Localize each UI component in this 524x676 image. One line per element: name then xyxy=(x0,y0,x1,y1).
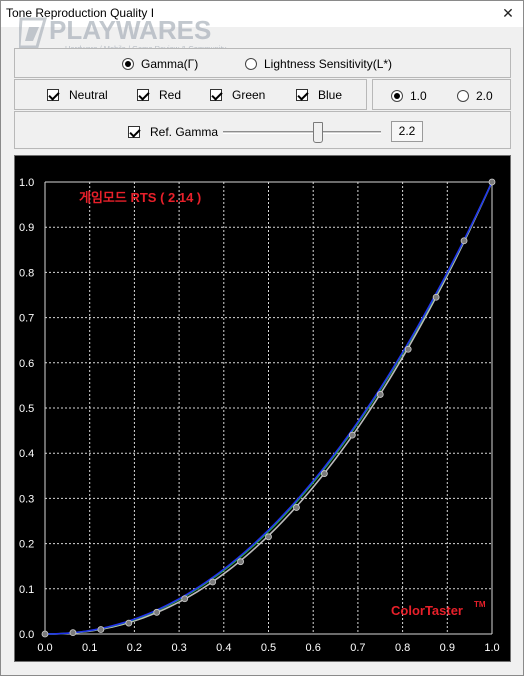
y-tick-label: 0.0 xyxy=(19,629,34,641)
neutral-label: Neutral xyxy=(69,88,108,102)
gamma-mode-label: Gamma(Γ) xyxy=(141,57,199,71)
measured-point xyxy=(209,578,217,586)
x-tick-label: 0.8 xyxy=(395,642,410,654)
colortaster-trademark: TM xyxy=(474,600,486,609)
x-tick-label: 0.9 xyxy=(440,642,455,654)
window-title: Tone Reproduction Quality I xyxy=(6,6,155,20)
tone-reproduction-chart: 0.0 0.1 0.2 0.3 0.4 0.5 0.6 0.7 0.8 0.9 1.0 0.0 0.1 0… xyxy=(19,177,500,654)
measured-point xyxy=(376,391,384,398)
y-tick-label: 0.6 xyxy=(19,358,34,370)
gamma-radio-indicator xyxy=(122,58,134,70)
x-tick-label: 0.7 xyxy=(350,642,365,654)
y-tick-label: 0.3 xyxy=(19,493,34,505)
green-checkbox[interactable]: Green xyxy=(210,88,265,102)
close-button[interactable]: ✕ xyxy=(497,3,519,23)
y-tick-label: 0.9 xyxy=(19,222,34,234)
blue-checkbox[interactable]: Blue xyxy=(296,88,342,102)
measured-point xyxy=(97,626,105,633)
title-bar: Tone Reproduction Quality I ✕ xyxy=(1,1,523,27)
gamma-mode-radio[interactable]: Gamma(Γ) xyxy=(122,57,198,71)
measured-point xyxy=(265,533,272,541)
measured-point xyxy=(237,558,244,566)
scale-2-indicator xyxy=(457,90,469,102)
scale-2-radio[interactable]: 2.0 xyxy=(457,89,493,103)
x-tick-label: 1.0 xyxy=(484,642,499,654)
scale-panel: 1.0 2.0 xyxy=(372,79,511,110)
neutral-checkbox[interactable]: Neutral xyxy=(47,88,108,102)
measured-point xyxy=(293,504,300,511)
mode-panel: Gamma(Γ) Lightness Sensitivity(L*) xyxy=(14,48,511,78)
scale-2-label: 2.0 xyxy=(476,89,493,103)
ref-gamma-slider-thumb[interactable] xyxy=(312,122,323,143)
measured-point xyxy=(348,431,356,439)
ref-gamma-check-indicator xyxy=(128,126,140,138)
channels-panel: Neutral Red Green Blue xyxy=(14,79,367,110)
ref-gamma-panel xyxy=(14,111,511,149)
y-tick-label: 0.2 xyxy=(19,539,34,551)
lightness-radio-indicator xyxy=(245,58,257,70)
y-tick-label: 0.8 xyxy=(19,267,34,279)
ref-gamma-checkbox[interactable]: Ref. Gamma xyxy=(128,125,218,139)
colortaster-watermark: ColorTaster xyxy=(391,603,463,618)
red-check-indicator xyxy=(137,89,149,101)
y-tick-label: 0.1 xyxy=(19,584,34,596)
blue-check-indicator xyxy=(296,89,308,101)
scale-1-label: 1.0 xyxy=(410,89,427,103)
measured-point xyxy=(69,629,77,637)
x-tick-label: 0.0 xyxy=(37,642,52,654)
ref-gamma-value: 2.2 xyxy=(391,121,423,142)
scale-1-radio[interactable]: 1.0 xyxy=(391,89,427,103)
measured-point xyxy=(181,595,189,603)
x-tick-label: 0.2 xyxy=(127,642,142,654)
x-tick-label: 0.1 xyxy=(82,642,97,654)
scale-1-indicator xyxy=(391,90,403,102)
y-tick-label: 1.0 xyxy=(19,177,34,189)
measured-point xyxy=(460,237,468,245)
tone-chart-frame: 0.0 0.1 0.2 0.3 0.4 0.5 0.6 0.7 0.8 0.9 1.0 0.0 0.1 0… xyxy=(14,155,511,662)
lightness-mode-label: Lightness Sensitivity(L*) xyxy=(264,57,393,71)
chart-annotation: 게임모드 RTS ( 2.14 ) xyxy=(79,190,201,205)
red-label: Red xyxy=(159,88,182,102)
x-tick-label: 0.6 xyxy=(306,642,321,654)
x-tick-label: 0.4 xyxy=(216,642,231,654)
measured-point xyxy=(125,619,133,627)
measured-point xyxy=(41,630,49,638)
green-check-indicator xyxy=(210,89,222,101)
ref-gamma-label: Ref. Gamma xyxy=(150,125,219,139)
x-tick-label: 0.3 xyxy=(171,642,186,654)
green-label: Green xyxy=(232,88,266,102)
ref-gamma-slider-track[interactable] xyxy=(223,131,381,134)
red-checkbox[interactable]: Red xyxy=(137,88,181,102)
blue-label: Blue xyxy=(318,88,343,102)
tone-reproduction-window: Tone Reproduction Quality I ✕ PLAYWARES … xyxy=(0,0,524,676)
lightness-mode-radio[interactable]: Lightness Sensitivity(L*) xyxy=(245,57,392,71)
measured-point xyxy=(153,608,161,616)
measured-point xyxy=(432,293,440,301)
y-tick-label: 0.5 xyxy=(19,403,34,415)
neutral-check-indicator xyxy=(47,89,59,101)
measured-point xyxy=(404,345,412,353)
y-tick-label: 0.4 xyxy=(19,448,34,460)
x-tick-label: 0.5 xyxy=(261,642,276,654)
y-tick-label: 0.7 xyxy=(19,313,34,325)
measured-point xyxy=(320,470,328,477)
measured-point xyxy=(488,178,496,186)
